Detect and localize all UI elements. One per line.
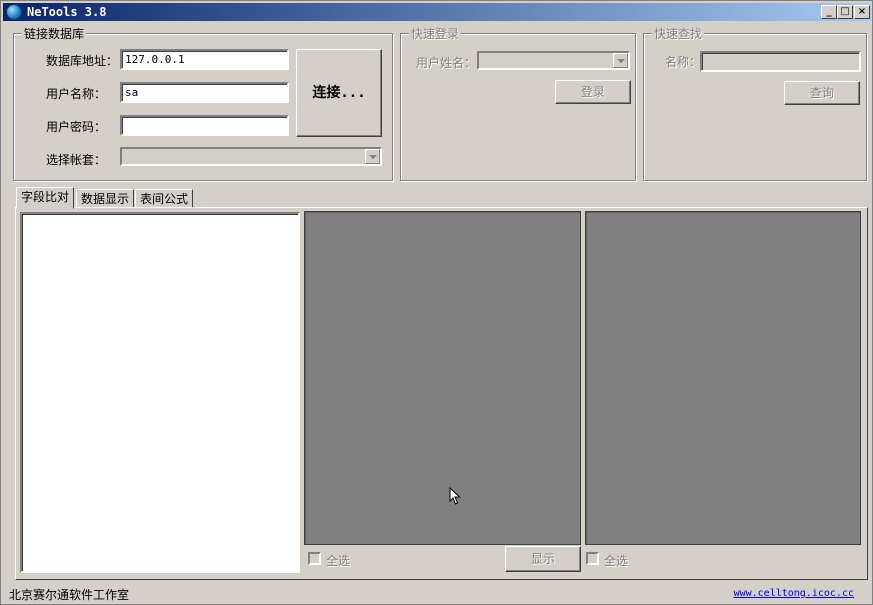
close-button[interactable]: × bbox=[854, 5, 870, 19]
find-name-label: 名称： bbox=[665, 55, 702, 69]
tab-table-formula[interactable]: 表间公式 bbox=[135, 189, 194, 208]
account-select[interactable] bbox=[120, 147, 382, 166]
db-connect-legend: 链接数据库 bbox=[22, 25, 87, 42]
minimize-button[interactable]: _ bbox=[821, 5, 837, 19]
password-label: 用户密码： bbox=[46, 120, 107, 134]
select-all-checkbox-1[interactable] bbox=[308, 552, 321, 565]
tab-field-compare[interactable]: 字段比对 bbox=[16, 187, 75, 209]
quick-login-legend: 快速登录 bbox=[409, 25, 462, 42]
field-listbox[interactable] bbox=[20, 212, 300, 573]
select-all-label-2: 全选 bbox=[604, 554, 629, 568]
source-field-grid[interactable] bbox=[304, 211, 581, 545]
main-window: NeTools 3.8 _ □ × 链接数据库 数据库地址： 127.0.0.1… bbox=[0, 0, 873, 605]
maximize-button[interactable]: □ bbox=[837, 5, 853, 19]
find-name-input[interactable] bbox=[700, 51, 861, 72]
user-name-input[interactable]: sa bbox=[120, 82, 289, 103]
db-address-input[interactable]: 127.0.0.1 bbox=[120, 49, 289, 70]
target-field-grid[interactable] bbox=[585, 211, 861, 545]
company-name: 北京赛尔通软件工作室 bbox=[9, 588, 130, 602]
query-button[interactable]: 查询 bbox=[784, 81, 860, 105]
login-user-select[interactable] bbox=[477, 51, 630, 70]
select-all-checkbox-2[interactable] bbox=[586, 552, 599, 565]
chevron-down-icon[interactable] bbox=[613, 53, 628, 68]
mouse-cursor-icon bbox=[449, 487, 461, 505]
select-all-label-1: 全选 bbox=[326, 554, 351, 568]
account-label: 选择帐套： bbox=[46, 153, 107, 167]
password-input[interactable] bbox=[120, 115, 289, 136]
website-link[interactable]: www.celltong.icoc.cc bbox=[734, 588, 854, 599]
user-name-label: 用户名称： bbox=[46, 87, 107, 101]
login-button[interactable]: 登录 bbox=[555, 80, 631, 104]
title-bar[interactable]: NeTools 3.8 _ □ × bbox=[3, 3, 871, 21]
tab-data-display[interactable]: 数据显示 bbox=[76, 189, 135, 208]
login-user-label: 用户姓名： bbox=[416, 56, 477, 70]
window-title: NeTools 3.8 bbox=[27, 5, 107, 19]
connect-button[interactable]: 连接... bbox=[296, 49, 382, 137]
show-button[interactable]: 显示 bbox=[505, 546, 581, 572]
quick-find-legend: 快速查找 bbox=[652, 25, 705, 42]
chevron-down-icon[interactable] bbox=[365, 149, 380, 164]
db-address-label: 数据库地址： bbox=[46, 54, 119, 68]
app-globe-icon bbox=[6, 4, 22, 20]
